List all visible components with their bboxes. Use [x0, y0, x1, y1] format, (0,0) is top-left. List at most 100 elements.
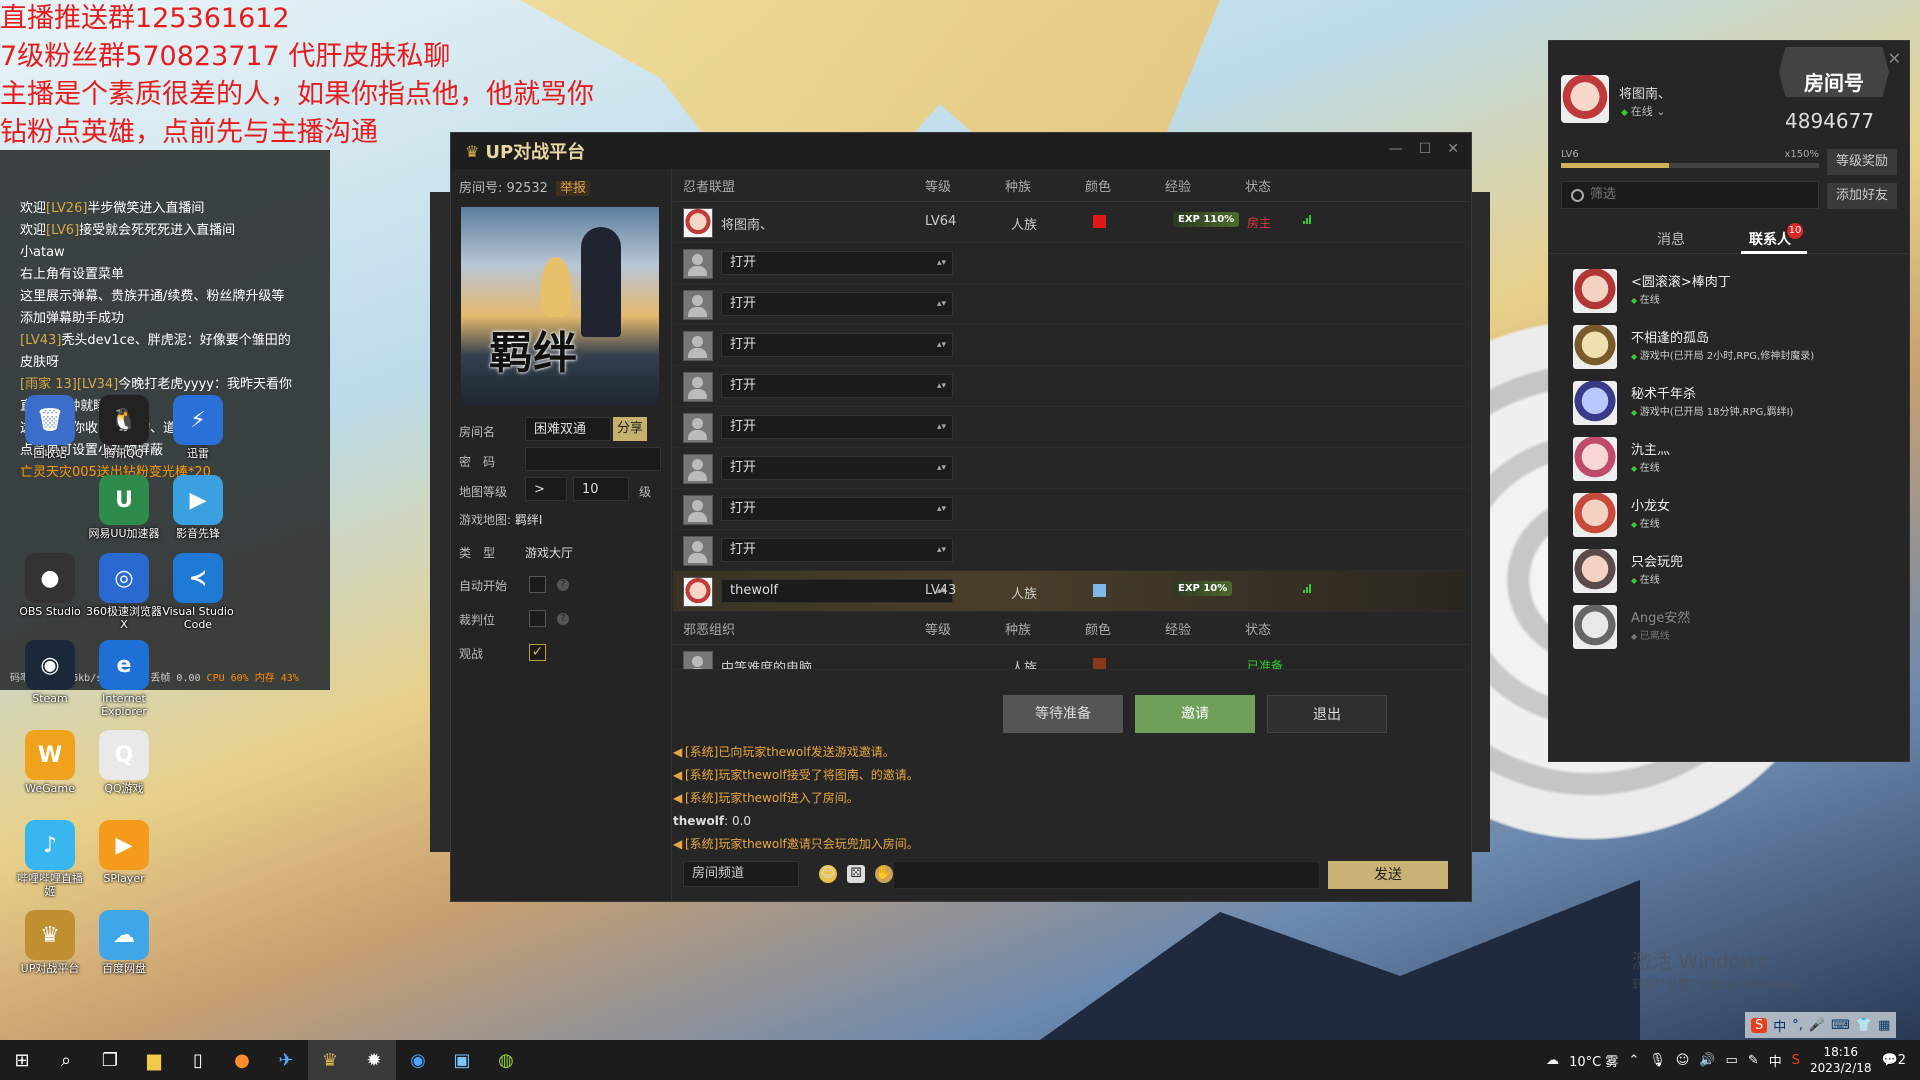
share-button[interactable]: 分享: [613, 417, 648, 441]
desktop-icon[interactable]: U 网易UU加速器: [86, 475, 162, 540]
window-app-icon[interactable]: ▣: [440, 1040, 484, 1080]
firefox-icon[interactable]: ●: [220, 1040, 264, 1080]
gesture-icon[interactable]: ✋: [875, 865, 893, 883]
friend-item[interactable]: 只会玩兜在线: [1561, 543, 1891, 597]
desktop-icon[interactable]: ◎ 360极速浏览器X: [86, 553, 162, 631]
desktop-icon[interactable]: 🐧 腾讯QQ: [86, 395, 162, 460]
player-slot-thewolf[interactable]: thewolf LV43 人族 EXP 10%: [673, 571, 1468, 612]
player-slot-ai[interactable]: 中等难度的电脑 人族 已准备: [673, 645, 1468, 670]
ime-mode[interactable]: 中: [1773, 1016, 1786, 1035]
bird-app-icon[interactable]: ✈: [264, 1040, 308, 1080]
open-slot[interactable]: 打开: [673, 448, 1468, 489]
desktop-icon[interactable]: ⚡ 迅雷: [160, 395, 236, 460]
player-slot-host[interactable]: 将图南、 LV64 人族 EXP 110% 房主: [673, 202, 1468, 243]
document-icon[interactable]: ▯: [176, 1040, 220, 1080]
open-slot[interactable]: 打开: [673, 284, 1468, 325]
ime-toolbar[interactable]: S 中 °, 🎤 ⌨ 👕 ▦: [1745, 1012, 1897, 1038]
channel-select[interactable]: 房间频道: [683, 861, 799, 887]
task-view-icon[interactable]: ❐: [88, 1040, 132, 1080]
desktop-icon[interactable]: e Internet Explorer: [86, 640, 162, 718]
notification-icon[interactable]: 💬2: [1882, 1053, 1906, 1068]
open-slot[interactable]: 打开: [673, 530, 1468, 571]
friend-item[interactable]: 不相逢的孤岛游戏中(已开局 2小时,RPG,修神封魔录): [1561, 319, 1891, 373]
open-slot[interactable]: 打开: [673, 489, 1468, 530]
slot-select[interactable]: 打开: [721, 333, 953, 357]
desktop-icon[interactable]: ♛ UP对战平台: [12, 910, 88, 975]
start-icon[interactable]: ⊞: [0, 1040, 44, 1080]
send-button[interactable]: 发送: [1328, 861, 1448, 889]
filter-input[interactable]: 筛选: [1561, 181, 1819, 209]
sogou-icon[interactable]: S: [1751, 1017, 1768, 1033]
report-button[interactable]: 举报: [556, 181, 591, 196]
close-icon[interactable]: ✕: [1447, 141, 1459, 157]
friend-item[interactable]: 秘术千年杀游戏中(已开局 18分钟,RPG,羁绊I): [1561, 375, 1891, 429]
user-status[interactable]: 在线 ⌄: [1621, 103, 1666, 119]
desktop-icon[interactable]: Q QQ游戏: [86, 730, 162, 795]
desktop-icon[interactable]: ◉ Steam: [12, 640, 88, 705]
punct-icon[interactable]: °,: [1792, 1018, 1803, 1033]
invite-button[interactable]: 邀请: [1135, 695, 1255, 733]
open-slot[interactable]: 打开: [673, 366, 1468, 407]
open-slot[interactable]: 打开: [673, 325, 1468, 366]
desktop-icon[interactable]: ≺ Visual Studio Code: [160, 553, 236, 631]
dice-icon[interactable]: ⚄: [847, 865, 865, 883]
auto-start-checkbox[interactable]: [529, 576, 546, 593]
tab-contacts[interactable]: 联系人: [1749, 229, 1791, 249]
green-app-icon[interactable]: ◍: [484, 1040, 528, 1080]
file-explorer-icon[interactable]: ▆: [132, 1040, 176, 1080]
desktop-icon[interactable]: ▶ 影音先锋: [160, 475, 236, 540]
tab-messages[interactable]: 消息: [1657, 229, 1685, 249]
slot-select[interactable]: 打开: [721, 292, 953, 316]
desktop-icon[interactable]: ● OBS Studio: [12, 553, 88, 618]
player-select[interactable]: thewolf: [721, 579, 953, 603]
network-icon[interactable]: ▭: [1726, 1053, 1738, 1068]
up-platform-icon[interactable]: ♛: [308, 1040, 352, 1080]
browser-icon[interactable]: ◉: [396, 1040, 440, 1080]
room-name-field[interactable]: 困难双通: [525, 417, 611, 441]
help-icon[interactable]: ?: [557, 579, 569, 591]
emoji-icon[interactable]: ☺: [819, 865, 837, 883]
slot-select[interactable]: 打开: [721, 415, 953, 439]
add-friend-button[interactable]: 添加好友: [1827, 183, 1897, 209]
desktop-icon[interactable]: W WeGame: [12, 730, 88, 795]
sogou-tray-icon[interactable]: S: [1792, 1053, 1800, 1068]
mic-icon[interactable]: 🎙: [1649, 1053, 1666, 1068]
slot-select[interactable]: 打开: [721, 374, 953, 398]
slot-select[interactable]: 打开: [721, 456, 953, 480]
search-icon[interactable]: ⌕: [44, 1040, 88, 1080]
friend-item[interactable]: Ange安然已离线: [1561, 599, 1891, 653]
level-reward-button[interactable]: 等级奖励: [1827, 149, 1897, 175]
slot-select[interactable]: 打开: [721, 251, 953, 275]
quit-button[interactable]: 退出: [1267, 695, 1387, 733]
desktop-icon[interactable]: 🗑 回收站: [12, 395, 88, 460]
desktop-icon[interactable]: ▶ SPlayer: [86, 820, 162, 885]
game-icon[interactable]: ✹: [352, 1040, 396, 1080]
minimize-icon[interactable]: —: [1389, 141, 1403, 157]
mic-icon[interactable]: 🎤: [1809, 1018, 1825, 1033]
weather[interactable]: 10°C 雾: [1569, 1051, 1618, 1070]
people-icon[interactable]: ☺: [1676, 1053, 1690, 1068]
friend-item[interactable]: <圆滚滚>棒肉丁在线: [1561, 263, 1891, 317]
friend-item[interactable]: 氿主灬在线: [1561, 431, 1891, 485]
password-field[interactable]: [525, 447, 661, 471]
desktop-icon[interactable]: ♪ 哔哩哔哩直播姬: [12, 820, 88, 898]
speaker-icon[interactable]: 🔊: [1699, 1053, 1715, 1068]
chevron-up-icon[interactable]: ⌃: [1628, 1053, 1639, 1068]
cloud-icon[interactable]: ☁: [1546, 1053, 1559, 1068]
help-icon[interactable]: ?: [557, 613, 569, 625]
spectate-checkbox[interactable]: ✓: [529, 644, 546, 661]
wait-ready-button[interactable]: 等待准备: [1003, 695, 1123, 733]
maximize-icon[interactable]: ☐: [1419, 141, 1432, 157]
close-icon[interactable]: ✕: [1888, 49, 1901, 68]
avatar[interactable]: [1561, 75, 1609, 123]
friend-item[interactable]: 小龙女在线: [1561, 487, 1891, 541]
grid-icon[interactable]: ▦: [1878, 1018, 1890, 1033]
clock[interactable]: 18:16 2023/2/18: [1810, 1044, 1872, 1076]
slot-select[interactable]: 打开: [721, 538, 953, 562]
keyboard-icon[interactable]: ⌨: [1831, 1018, 1850, 1033]
open-slot[interactable]: 打开: [673, 407, 1468, 448]
pen-icon[interactable]: ✎: [1748, 1053, 1759, 1068]
desktop-icon[interactable]: ☁ 百度网盘: [86, 910, 162, 975]
ime-indicator[interactable]: 中: [1769, 1051, 1782, 1070]
title-bar[interactable]: ♛ UP对战平台 — ☐ ✕: [451, 133, 1471, 169]
